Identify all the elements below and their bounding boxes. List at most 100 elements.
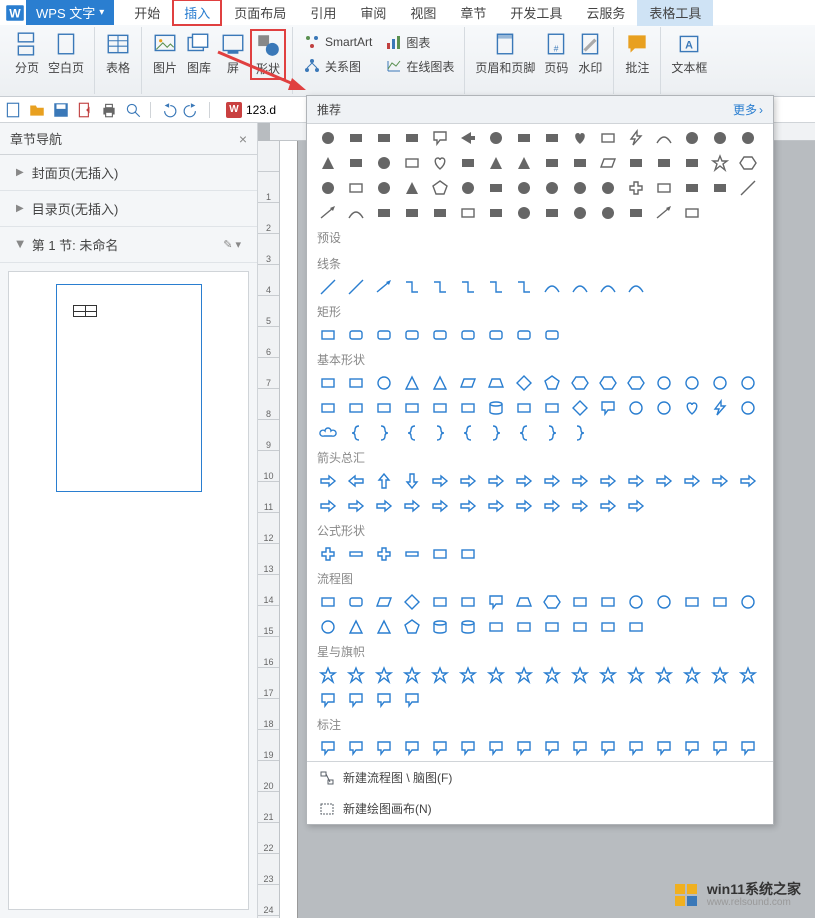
- shape-recent-54[interactable]: [485, 202, 507, 224]
- shape-公式形状-1[interactable]: [345, 543, 367, 565]
- shape-箭头总汇-17[interactable]: [345, 495, 367, 517]
- shape-基本形状-27[interactable]: [625, 397, 647, 419]
- shape-矩形-4[interactable]: [429, 324, 451, 346]
- undo-icon[interactable]: [159, 101, 177, 119]
- comment-button[interactable]: 批注: [620, 29, 654, 78]
- shape-星与旗帜-19[interactable]: [401, 689, 423, 711]
- shape-流程图-24[interactable]: [541, 616, 563, 638]
- shape-矩形-7[interactable]: [513, 324, 535, 346]
- shape-标注-2[interactable]: [373, 737, 395, 759]
- shape-基本形状-5[interactable]: [457, 372, 479, 394]
- shape-流程图-16[interactable]: [317, 616, 339, 638]
- shape-箭头总汇-18[interactable]: [373, 495, 395, 517]
- shape-标注-8[interactable]: [541, 737, 563, 759]
- shape-标注-14[interactable]: [709, 737, 731, 759]
- shape-标注-9[interactable]: [569, 737, 591, 759]
- shape-基本形状-15[interactable]: [737, 372, 759, 394]
- shape-流程图-12[interactable]: [653, 591, 675, 613]
- relation-button[interactable]: 关系图: [301, 55, 374, 77]
- shape-箭头总汇-10[interactable]: [597, 470, 619, 492]
- shape-基本形状-9[interactable]: [569, 372, 591, 394]
- shape-recent-53[interactable]: [457, 202, 479, 224]
- shape-recent-3[interactable]: [401, 127, 423, 149]
- shape-流程图-26[interactable]: [597, 616, 619, 638]
- page-thumbnail[interactable]: [56, 284, 202, 492]
- shape-星与旗帜-15[interactable]: [737, 664, 759, 686]
- shape-星与旗帜-6[interactable]: [485, 664, 507, 686]
- shape-基本形状-32[interactable]: [317, 422, 339, 444]
- tab-cloud[interactable]: 云服务: [574, 0, 637, 26]
- shapes-button[interactable]: 形状: [250, 29, 286, 80]
- shape-公式形状-2[interactable]: [373, 543, 395, 565]
- shape-基本形状-37[interactable]: [457, 422, 479, 444]
- shape-recent-60[interactable]: [653, 202, 675, 224]
- shape-基本形状-41[interactable]: [569, 422, 591, 444]
- shape-recent-34[interactable]: [373, 177, 395, 199]
- shape-流程图-4[interactable]: [429, 591, 451, 613]
- more-shapes-link[interactable]: 更多›: [733, 101, 763, 118]
- shape-基本形状-20[interactable]: [429, 397, 451, 419]
- shape-流程图-9[interactable]: [569, 591, 591, 613]
- page-canvas[interactable]: [280, 141, 298, 918]
- shape-基本形状-34[interactable]: [373, 422, 395, 444]
- shape-星与旗帜-9[interactable]: [569, 664, 591, 686]
- shape-矩形-5[interactable]: [457, 324, 479, 346]
- screenshot-button[interactable]: 屏: [216, 29, 250, 80]
- shape-基本形状-8[interactable]: [541, 372, 563, 394]
- shape-recent-33[interactable]: [345, 177, 367, 199]
- shape-recent-10[interactable]: [597, 127, 619, 149]
- shape-星与旗帜-14[interactable]: [709, 664, 731, 686]
- shape-基本形状-3[interactable]: [401, 372, 423, 394]
- shape-recent-19[interactable]: [401, 152, 423, 174]
- shape-线条-5[interactable]: [457, 276, 479, 298]
- header-footer-button[interactable]: 页眉和页脚: [471, 29, 539, 78]
- preview-icon[interactable]: [124, 101, 142, 119]
- shape-流程图-18[interactable]: [373, 616, 395, 638]
- table-button[interactable]: 表格: [101, 29, 135, 78]
- shape-标注-7[interactable]: [513, 737, 535, 759]
- shape-流程图-23[interactable]: [513, 616, 535, 638]
- shape-recent-15[interactable]: [737, 127, 759, 149]
- shape-基本形状-4[interactable]: [429, 372, 451, 394]
- shape-recent-39[interactable]: [513, 177, 535, 199]
- shape-基本形状-13[interactable]: [681, 372, 703, 394]
- shape-线条-8[interactable]: [541, 276, 563, 298]
- shape-recent-25[interactable]: [569, 152, 591, 174]
- shape-流程图-19[interactable]: [401, 616, 423, 638]
- shape-星与旗帜-17[interactable]: [345, 689, 367, 711]
- picture-button[interactable]: 图片: [148, 29, 182, 80]
- shape-recent-5[interactable]: [457, 127, 479, 149]
- shape-线条-9[interactable]: [569, 276, 591, 298]
- tab-review[interactable]: 审阅: [348, 0, 398, 26]
- shape-基本形状-23[interactable]: [513, 397, 535, 419]
- shape-公式形状-4[interactable]: [429, 543, 451, 565]
- shape-星与旗帜-5[interactable]: [457, 664, 479, 686]
- shape-recent-4[interactable]: [429, 127, 451, 149]
- shape-recent-29[interactable]: [681, 152, 703, 174]
- page-number-button[interactable]: # 页码: [539, 29, 573, 78]
- shape-recent-61[interactable]: [681, 202, 703, 224]
- shape-recent-21[interactable]: [457, 152, 479, 174]
- shape-星与旗帜-11[interactable]: [625, 664, 647, 686]
- nav-section-1[interactable]: ▶第 1 节: 未命名 ✎ ▾: [0, 227, 257, 263]
- shape-基本形状-12[interactable]: [653, 372, 675, 394]
- shape-箭头总汇-16[interactable]: [317, 495, 339, 517]
- redo-icon[interactable]: [183, 101, 201, 119]
- tab-view[interactable]: 视图: [398, 0, 448, 26]
- shape-基本形状-16[interactable]: [317, 397, 339, 419]
- shape-标注-3[interactable]: [401, 737, 423, 759]
- shape-箭头总汇-6[interactable]: [485, 470, 507, 492]
- nav-toc-page[interactable]: ▶ 目录页(无插入): [0, 191, 257, 227]
- shape-箭头总汇-9[interactable]: [569, 470, 591, 492]
- textbox-button[interactable]: A 文本框: [667, 29, 711, 78]
- shape-recent-58[interactable]: [597, 202, 619, 224]
- shape-流程图-13[interactable]: [681, 591, 703, 613]
- shape-线条-4[interactable]: [429, 276, 451, 298]
- shape-标注-1[interactable]: [345, 737, 367, 759]
- tab-page-layout[interactable]: 页面布局: [222, 0, 298, 26]
- shape-基本形状-7[interactable]: [513, 372, 535, 394]
- shape-recent-28[interactable]: [653, 152, 675, 174]
- gallery-button[interactable]: 图库: [182, 29, 216, 80]
- shape-流程图-5[interactable]: [457, 591, 479, 613]
- shape-箭头总汇-5[interactable]: [457, 470, 479, 492]
